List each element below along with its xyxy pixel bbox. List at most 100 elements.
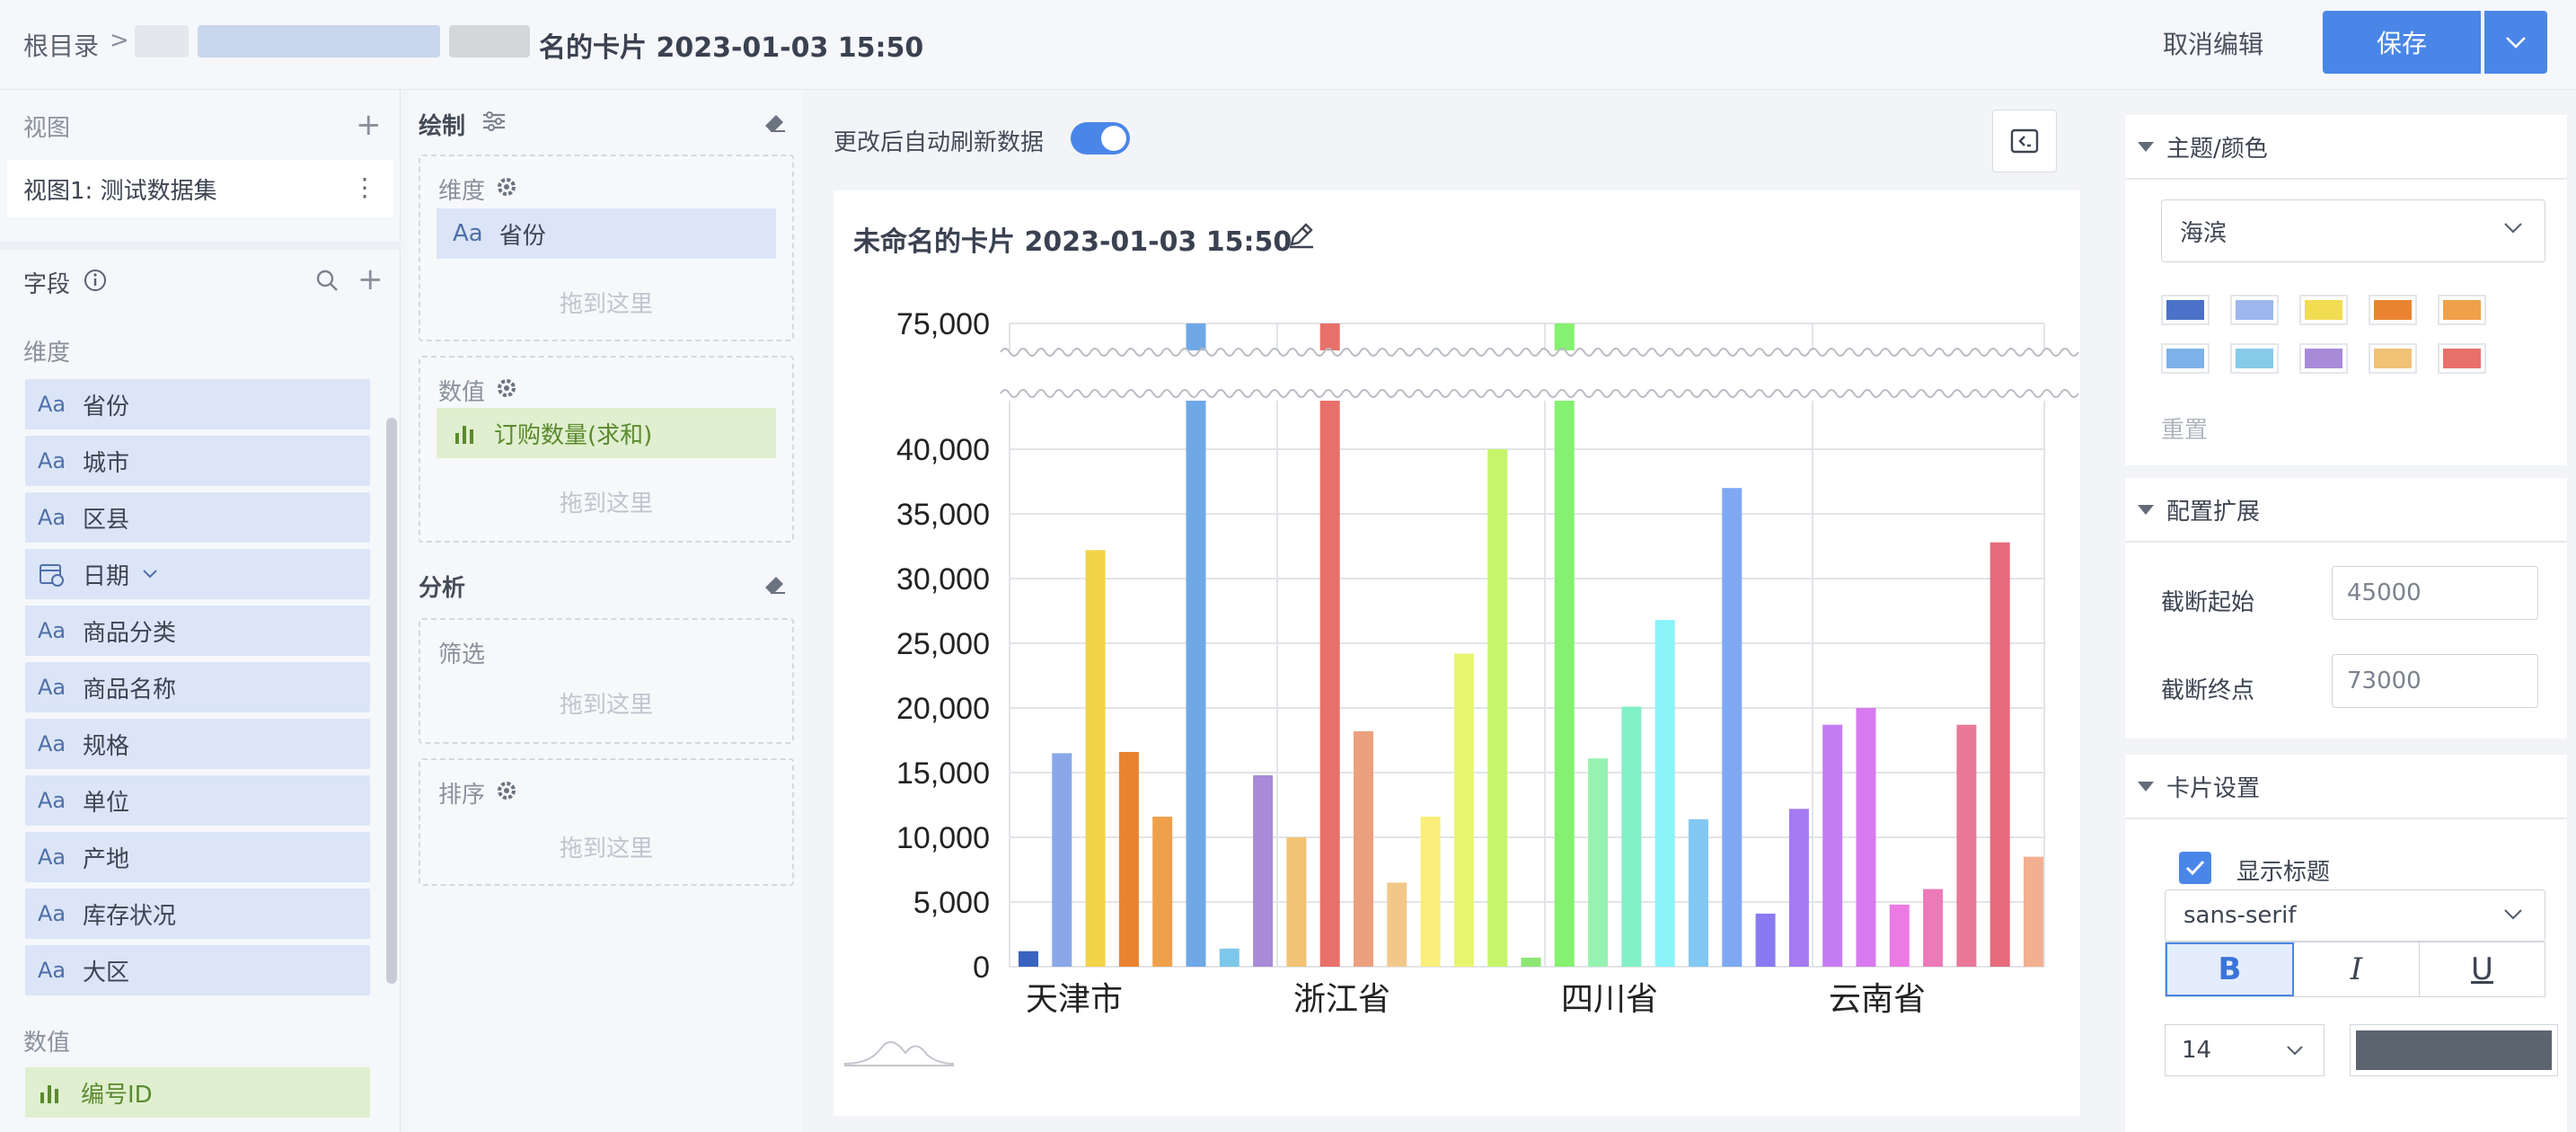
search-icon[interactable]	[314, 268, 340, 293]
more-icon[interactable]: ⋮	[352, 172, 377, 202]
bar-chart: 0 5,000 10,000 15,000 20,000 25,000 30,000 35,0…	[843, 307, 2079, 1066]
field-item[interactable]: Aa 城市	[25, 436, 370, 486]
dimension-drop-zone[interactable]: 维度 Aa 省份 拖到这里	[419, 155, 794, 341]
y-tick-label: 15,000	[896, 756, 990, 791]
bar-chart-icon	[40, 1085, 58, 1103]
swatch-color	[2443, 300, 2481, 320]
field-item[interactable]: Aa 商品名称	[25, 662, 370, 712]
eraser-icon[interactable]	[763, 111, 787, 135]
bar	[1420, 816, 1441, 967]
bar	[1689, 818, 1708, 967]
palette-swatch[interactable]	[2230, 343, 2279, 374]
save-button[interactable]: 保存	[2323, 11, 2481, 74]
settings-sliders-icon[interactable]	[481, 110, 507, 133]
y-tick-label: 0	[973, 951, 990, 985]
chart-canvas-area: 更改后自动刷新数据 未命名的卡片 2023-01-03 15:50 0 5,000…	[814, 90, 2102, 1132]
field-label: 区县	[83, 506, 130, 534]
sort-drop-zone[interactable]: 排序 拖到这里	[419, 758, 794, 886]
bar	[1253, 774, 1274, 967]
collapse-panel-button[interactable]	[1992, 110, 2057, 172]
panel-collapse-icon	[2010, 128, 2039, 154]
chevron-down-icon[interactable]	[142, 569, 158, 579]
break-end-input[interactable]: 73000	[2332, 654, 2538, 708]
palette-swatch[interactable]	[2438, 295, 2486, 325]
y-tick-label: 75,000	[896, 307, 990, 341]
reset-button[interactable]: 重置	[2161, 411, 2208, 445]
swatch-color	[2374, 349, 2412, 368]
field-item[interactable]: Aa 产地	[25, 832, 370, 882]
bold-button[interactable]: B	[2166, 942, 2294, 996]
info-icon[interactable]	[83, 268, 108, 293]
add-field-icon[interactable]: +	[357, 264, 384, 295]
field-item[interactable]: Aa 库存状况	[25, 889, 370, 939]
palette-swatch[interactable]	[2230, 295, 2279, 325]
field-item[interactable]: Aa 规格	[25, 719, 370, 769]
save-dropdown-button[interactable]	[2484, 11, 2547, 74]
auto-refresh-label: 更改后自动刷新数据	[834, 129, 1045, 156]
break-start-input[interactable]: 45000	[2332, 566, 2538, 620]
eraser-icon[interactable]	[763, 573, 787, 597]
field-label: 规格	[83, 732, 130, 760]
card-settings-header[interactable]: 卡片设置	[2125, 755, 2567, 819]
show-title-checkbox[interactable]	[2179, 852, 2211, 884]
palette-swatch[interactable]	[2161, 343, 2210, 374]
fields-title: 字段	[23, 271, 71, 298]
y-tick-label: 30,000	[896, 562, 990, 597]
theme-title: 主题/颜色	[2166, 135, 2268, 163]
field-item[interactable]: Aa 省份	[25, 379, 370, 429]
palette-swatch[interactable]	[2369, 343, 2417, 374]
auto-refresh-toggle[interactable]	[1071, 122, 1130, 155]
top-bar: 根目录 > 名的卡片 2023-01-03 15:50 取消编辑 保存	[0, 0, 2576, 90]
palette-swatch[interactable]	[2299, 295, 2348, 325]
x-tick-label: 天津市	[1026, 981, 1123, 1018]
palette-swatch[interactable]	[2369, 295, 2417, 325]
theme-select[interactable]: 海滨	[2161, 199, 2545, 262]
gear-icon[interactable]	[496, 377, 517, 399]
palette-swatch[interactable]	[2299, 343, 2348, 374]
view-item[interactable]: 视图1: 测试数据集 ⋮	[7, 160, 393, 217]
scrollbar[interactable]	[386, 418, 397, 984]
field-item-date[interactable]: 日期	[25, 549, 370, 599]
italic-button[interactable]: I	[2294, 942, 2420, 996]
text-type-icon: Aa	[453, 220, 483, 247]
draw-title: 绘制	[419, 113, 466, 140]
font-select[interactable]: sans-serif	[2165, 889, 2545, 942]
cancel-edit-button[interactable]: 取消编辑	[2163, 25, 2263, 61]
filter-drop-zone[interactable]: 筛选 拖到这里	[419, 618, 794, 744]
theme-section-header[interactable]: 主题/颜色	[2125, 115, 2567, 180]
palette-swatch[interactable]	[2438, 343, 2486, 374]
gear-icon[interactable]	[496, 176, 517, 198]
draw-panel: 绘制 维度 Aa 省份 拖到这里 数值 订购数量(求和) 拖到这里 分析 筛选 拖…	[408, 90, 803, 1132]
config-ext-header[interactable]: 配置扩展	[2125, 478, 2567, 543]
field-item[interactable]: Aa 商品分类	[25, 606, 370, 656]
underline-button[interactable]: U	[2420, 942, 2545, 996]
font-color-picker[interactable]	[2350, 1024, 2558, 1076]
break-end-label: 截断终点	[2161, 677, 2255, 704]
value-pill[interactable]: 订购数量(求和)	[437, 408, 776, 458]
field-item[interactable]: Aa 区县	[25, 492, 370, 543]
value-drop-zone[interactable]: 数值 订购数量(求和) 拖到这里	[419, 356, 794, 543]
value-label: 数值	[438, 379, 486, 406]
theme-select-value: 海滨	[2180, 219, 2228, 247]
field-item[interactable]: Aa 单位	[25, 775, 370, 826]
breadcrumb-root[interactable]: 根目录	[23, 27, 99, 63]
field-item-measure[interactable]: 编号ID	[25, 1067, 370, 1118]
gear-icon[interactable]	[496, 780, 517, 801]
analysis-title: 分析	[419, 575, 466, 602]
text-type-icon: Aa	[38, 958, 66, 983]
field-item[interactable]: Aa 大区	[25, 945, 370, 995]
add-view-icon[interactable]: +	[356, 110, 382, 140]
bar	[1554, 323, 1575, 967]
bar	[1286, 837, 1307, 967]
settings-panel: 主题/颜色 海滨 重置 配置扩展 截断起始 45000 截断终点 73000 卡…	[2113, 90, 2576, 1132]
value-pill-label: 订购数量(求和)	[494, 421, 653, 449]
bar	[1152, 816, 1173, 967]
y-tick-label: 25,000	[896, 627, 990, 661]
palette-swatch[interactable]	[2161, 295, 2210, 325]
y-tick-label: 40,000	[896, 433, 990, 467]
field-label: 城市	[83, 449, 130, 477]
dimension-pill[interactable]: Aa 省份	[437, 208, 776, 259]
font-size-select[interactable]: 14	[2165, 1024, 2325, 1076]
swatch-color	[2443, 349, 2481, 368]
swatch-color	[2305, 300, 2342, 320]
